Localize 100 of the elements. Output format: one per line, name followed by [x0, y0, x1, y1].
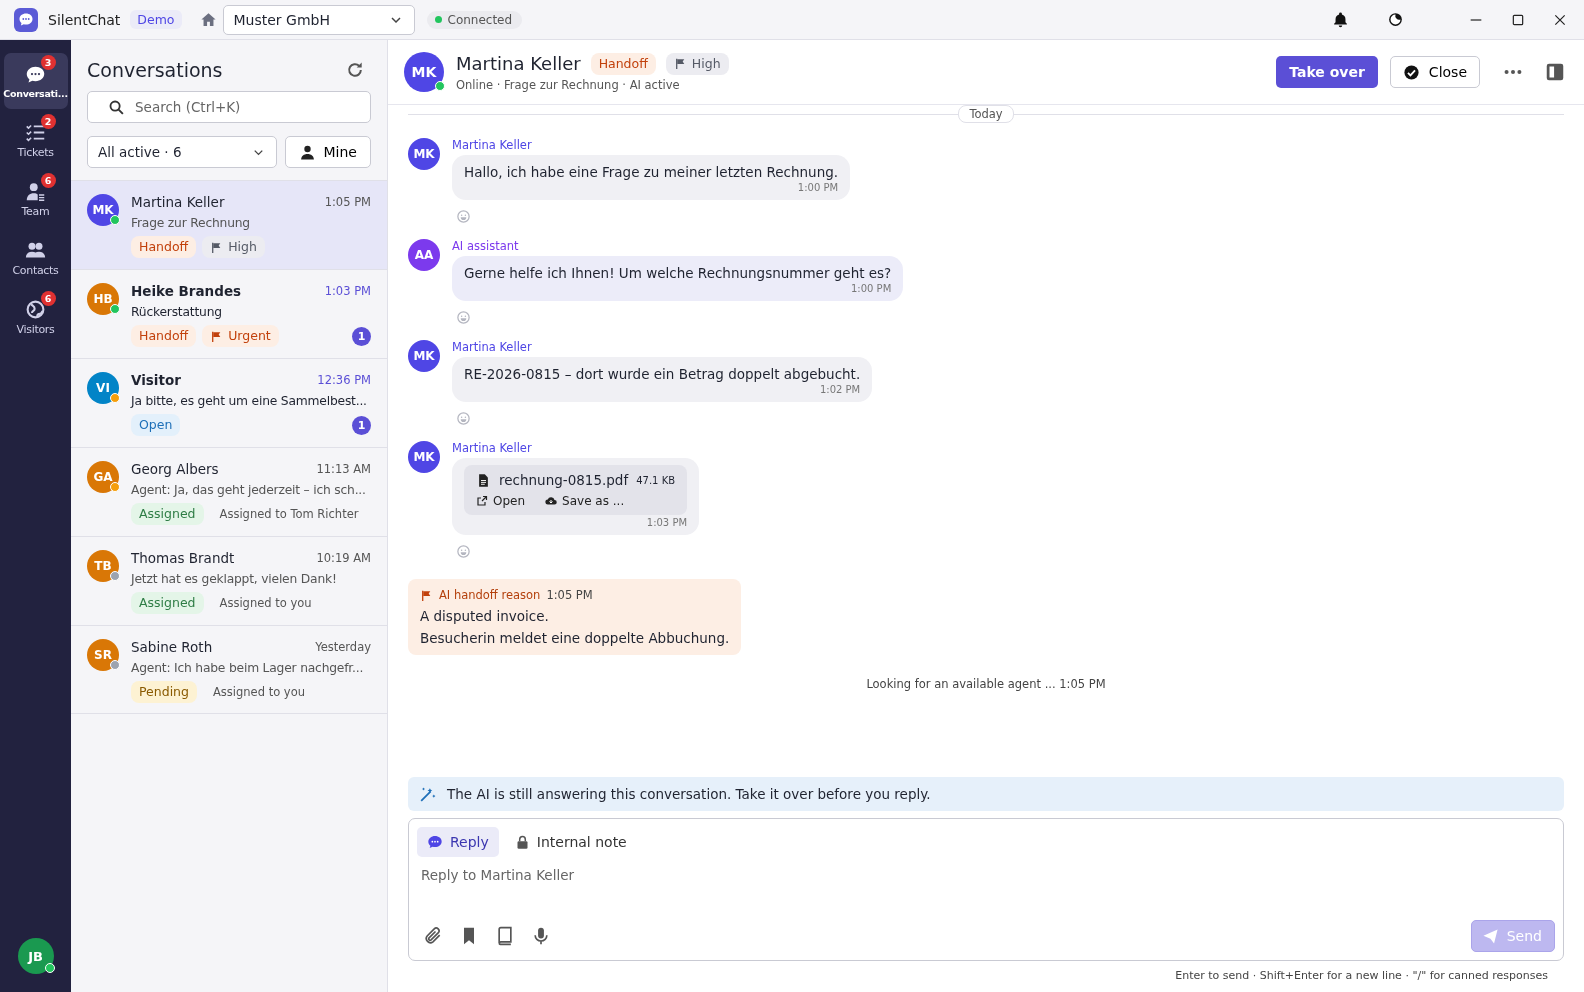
- list-title: Conversations: [87, 59, 223, 81]
- magic-wand-icon: [418, 784, 437, 804]
- tag-badge: Open: [131, 414, 181, 436]
- system-message: Looking for an available agent ... 1:05 PM: [866, 677, 1106, 691]
- tag-badge: Urgent: [202, 325, 279, 347]
- workspace-dropdown[interactable]: Muster GmbH: [222, 4, 415, 35]
- note-text: Besucherin meldet eine doppelte Abbuchung.: [420, 630, 730, 646]
- contact-name: Heike Brandes: [131, 283, 243, 299]
- banner-text: The AI is still answering this conversation. Take it over before you reply.: [447, 786, 931, 802]
- nav-item[interactable]: Visitors 6: [3, 289, 68, 345]
- composer-tab[interactable]: Reply: [417, 827, 499, 857]
- message-text: Gerne helfe ich Ihnen! Um welche Rechnungsnummer geht es?: [464, 265, 892, 281]
- message-preview: Rückerstattung: [131, 305, 222, 319]
- side-panel-icon[interactable]: [1544, 61, 1566, 83]
- reply-composer[interactable]: Reply Internal note Reply to Martina Keller Send: [408, 818, 1564, 961]
- book-icon[interactable]: [495, 926, 515, 946]
- avatar: MK: [404, 52, 444, 92]
- count-badge: 3: [40, 55, 56, 70]
- file-action-link[interactable]: Open: [476, 494, 526, 508]
- composer-tab[interactable]: Internal note: [504, 827, 637, 857]
- conversation-item[interactable]: GA Georg Albers 11:13 AM Agent: Ja, das geht jederzeit – ich sch... Assigned Assigned to Tom Richter: [71, 447, 387, 536]
- count-badge: 6: [40, 291, 56, 306]
- nav-item[interactable]: Conversati... 3: [3, 53, 68, 109]
- unread-badge: 1: [352, 415, 371, 435]
- tag-badge: Handoff: [131, 325, 197, 347]
- tag-badge: High: [202, 236, 265, 258]
- chat-bubble-icon: [427, 834, 443, 850]
- document-icon: [476, 472, 491, 488]
- demo-badge: Demo: [130, 10, 182, 29]
- timestamp: 1:03 PM: [324, 284, 371, 298]
- message-text: RE-2026-0815 – dort wurde ein Betrag doppelt abgebucht.: [464, 366, 861, 382]
- avatar: AA: [408, 239, 440, 271]
- timestamp: 11:13 AM: [316, 462, 371, 476]
- check-circle-icon: [1402, 63, 1420, 81]
- nav-item[interactable]: Contacts: [3, 230, 68, 286]
- nav-item[interactable]: Team 6: [3, 171, 68, 227]
- conversation-item[interactable]: TB Thomas Brandt 10:19 AM Jetzt hat es geklappt, vielen Dank! Assigned Assigned to you: [71, 536, 387, 625]
- message-preview: Ja bitte, es geht um eine Sammelbest...: [131, 394, 367, 408]
- mine-button[interactable]: Mine: [284, 136, 371, 168]
- unread-badge: 1: [352, 326, 371, 346]
- search-input[interactable]: Search (Ctrl+K): [135, 99, 360, 115]
- author-name: Martina Keller: [452, 138, 532, 152]
- tag-badge: High: [665, 52, 729, 75]
- avatar: MK: [408, 340, 440, 372]
- message-preview: Agent: Ich habe beim Lager nachgefr...: [131, 661, 364, 675]
- date-divider: Today: [958, 105, 1014, 123]
- reply-field[interactable]: Reply to Martina Keller: [421, 867, 1551, 920]
- author-name: AI assistant: [452, 239, 519, 253]
- home-icon: [199, 11, 217, 28]
- timestamp: 1:05 PM: [324, 195, 371, 209]
- avatar: TB: [87, 550, 119, 582]
- connection-status: Connected: [426, 10, 523, 29]
- avatar: SR: [87, 639, 119, 671]
- avatar: MK: [408, 441, 440, 473]
- file-action-link[interactable]: Save as ...: [545, 494, 625, 508]
- count-badge: 2: [40, 114, 56, 129]
- avatar: GA: [87, 461, 119, 493]
- timestamp: Yesterday: [315, 640, 371, 654]
- app-name: SilentChat: [48, 11, 121, 28]
- contact-status: Online · Frage zur Rechnung · AI active: [456, 77, 681, 92]
- take-over-button[interactable]: Take over: [1276, 56, 1378, 88]
- search-field[interactable]: Search (Ctrl+K): [87, 91, 371, 123]
- send-icon: [1481, 927, 1499, 945]
- avatar: MK: [87, 194, 119, 226]
- paperclip-icon[interactable]: [423, 926, 443, 946]
- contact-name: Georg Albers: [131, 461, 220, 477]
- contact-name: Sabine Roth: [131, 639, 214, 655]
- assignee-label: Assigned to you: [219, 596, 312, 610]
- flag-icon: [420, 588, 433, 602]
- message-preview: Agent: Ja, das geht jederzeit – ich sch...: [131, 483, 366, 497]
- contact-name: Martina Keller: [456, 53, 581, 74]
- message-time: 1:00 PM: [851, 283, 892, 294]
- close-button[interactable]: Close: [1389, 56, 1480, 88]
- microphone-icon[interactable]: [531, 926, 551, 946]
- count-badge: 6: [40, 173, 56, 188]
- tag-badge: Assigned: [131, 592, 204, 614]
- nav-item[interactable]: Tickets 2: [3, 112, 68, 168]
- conversation-item[interactable]: HB Heike Brandes 1:03 PM Rückerstattung Handoff Urgent 1: [71, 269, 387, 358]
- note-title: AI handoff reason: [439, 588, 541, 602]
- refresh-icon[interactable]: [345, 60, 365, 80]
- contact-name: Visitor: [131, 372, 182, 388]
- team-icon: [25, 180, 46, 202]
- contact-name: Martina Keller: [131, 194, 226, 210]
- conversation-item[interactable]: SR Sabine Roth Yesterday Agent: Ich habe beim Lager nachgefr... Pending Assigned to you: [71, 625, 387, 714]
- avatar: MK: [408, 138, 440, 170]
- message-time: 1:03 PM: [646, 517, 688, 528]
- user-avatar[interactable]: JB: [17, 938, 54, 974]
- message-preview: Frage zur Rechnung: [131, 216, 250, 230]
- filter-dropdown[interactable]: All active · 6: [87, 136, 277, 168]
- note-time: 1:05 PM: [546, 588, 593, 602]
- bell-icon[interactable]: [1332, 11, 1349, 28]
- cloud-download-icon: [545, 495, 558, 507]
- message-time: 1:02 PM: [819, 384, 861, 395]
- conversation-item[interactable]: MK Martina Keller 1:05 PM Frage zur Rechnung Handoff High: [71, 180, 387, 269]
- avatar: VI: [87, 372, 119, 404]
- conversation-item[interactable]: VI Visitor 12:36 PM Ja bitte, es geht um eine Sammelbest... Open 1: [71, 358, 387, 447]
- tag-badge: Assigned: [131, 503, 204, 525]
- author-name: Martina Keller: [452, 340, 532, 354]
- person-icon: [298, 143, 316, 161]
- search-icon: [108, 98, 125, 116]
